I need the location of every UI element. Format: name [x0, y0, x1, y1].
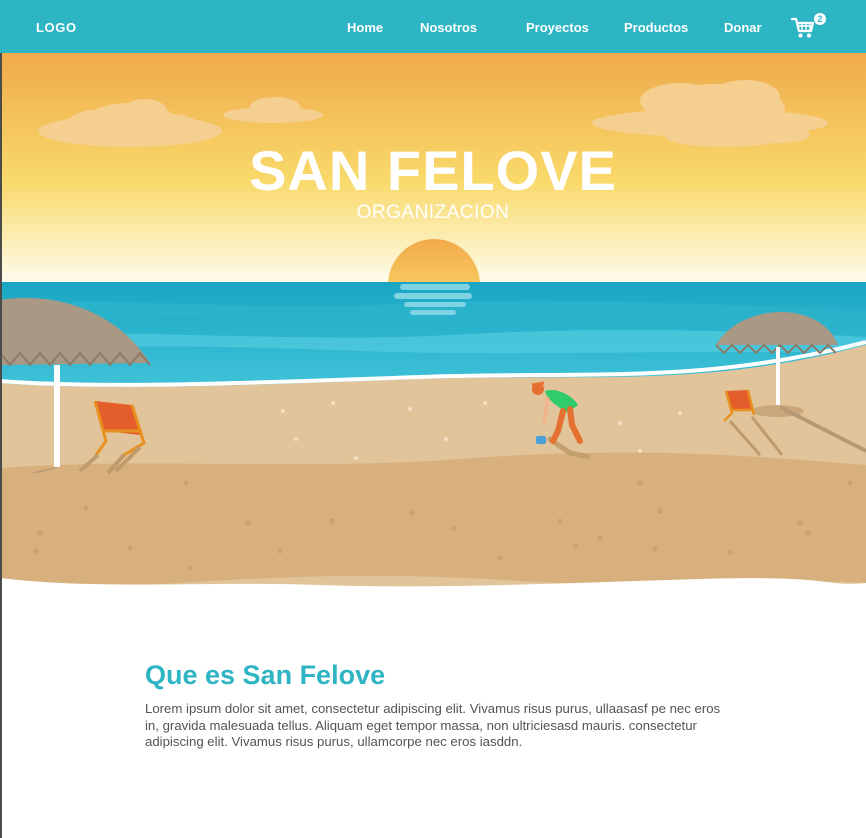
top-navbar: LOGO Home Nosotros Proyectos Productos D…	[0, 0, 866, 53]
nav-item-home[interactable]: Home	[347, 20, 383, 35]
section-body: Lorem ipsum dolor sit amet, consectetur …	[145, 701, 721, 749]
left-border	[0, 53, 2, 838]
nav-item-productos[interactable]: Productos	[624, 20, 688, 35]
nav-item-proyectos[interactable]: Proyectos	[526, 20, 589, 35]
nav-item-donar[interactable]: Donar	[724, 20, 762, 35]
nav-item-nosotros[interactable]: Nosotros	[420, 20, 477, 35]
beach-illustration	[0, 53, 866, 598]
section-heading: Que es San Felove	[145, 660, 386, 690]
shopping-cart-icon	[791, 17, 815, 38]
about-section: Que es San Felove Lorem ipsum dolor sit …	[145, 660, 735, 751]
page: LOGO Home Nosotros Proyectos Productos D…	[0, 0, 866, 838]
hero-title: SAN FELOVE	[249, 139, 617, 202]
hero-subtitle: ORGANIZACION	[356, 202, 510, 223]
logo[interactable]: LOGO	[36, 20, 77, 35]
hero-banner: SAN FELOVE ORGANIZACION	[0, 53, 866, 598]
cart-count-badge: 2	[814, 13, 826, 25]
cart-button[interactable]: 2	[791, 12, 831, 42]
